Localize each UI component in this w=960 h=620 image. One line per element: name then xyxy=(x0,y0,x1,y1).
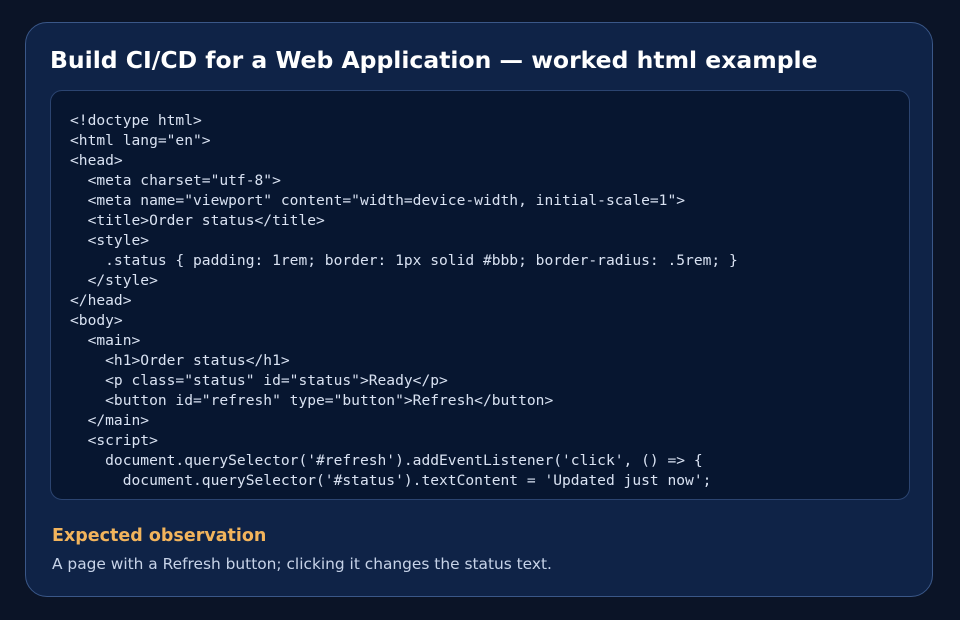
card-title: Build CI/CD for a Web Application — work… xyxy=(50,46,818,74)
observation-text: A page with a Refresh button; clicking i… xyxy=(52,555,552,573)
observation-heading: Expected observation xyxy=(52,526,267,546)
code-panel[interactable]: <!doctype html> <html lang="en"> <head> … xyxy=(50,90,910,500)
example-card: Build CI/CD for a Web Application — work… xyxy=(25,22,933,597)
code-block: <!doctype html> <html lang="en"> <head> … xyxy=(70,112,738,489)
